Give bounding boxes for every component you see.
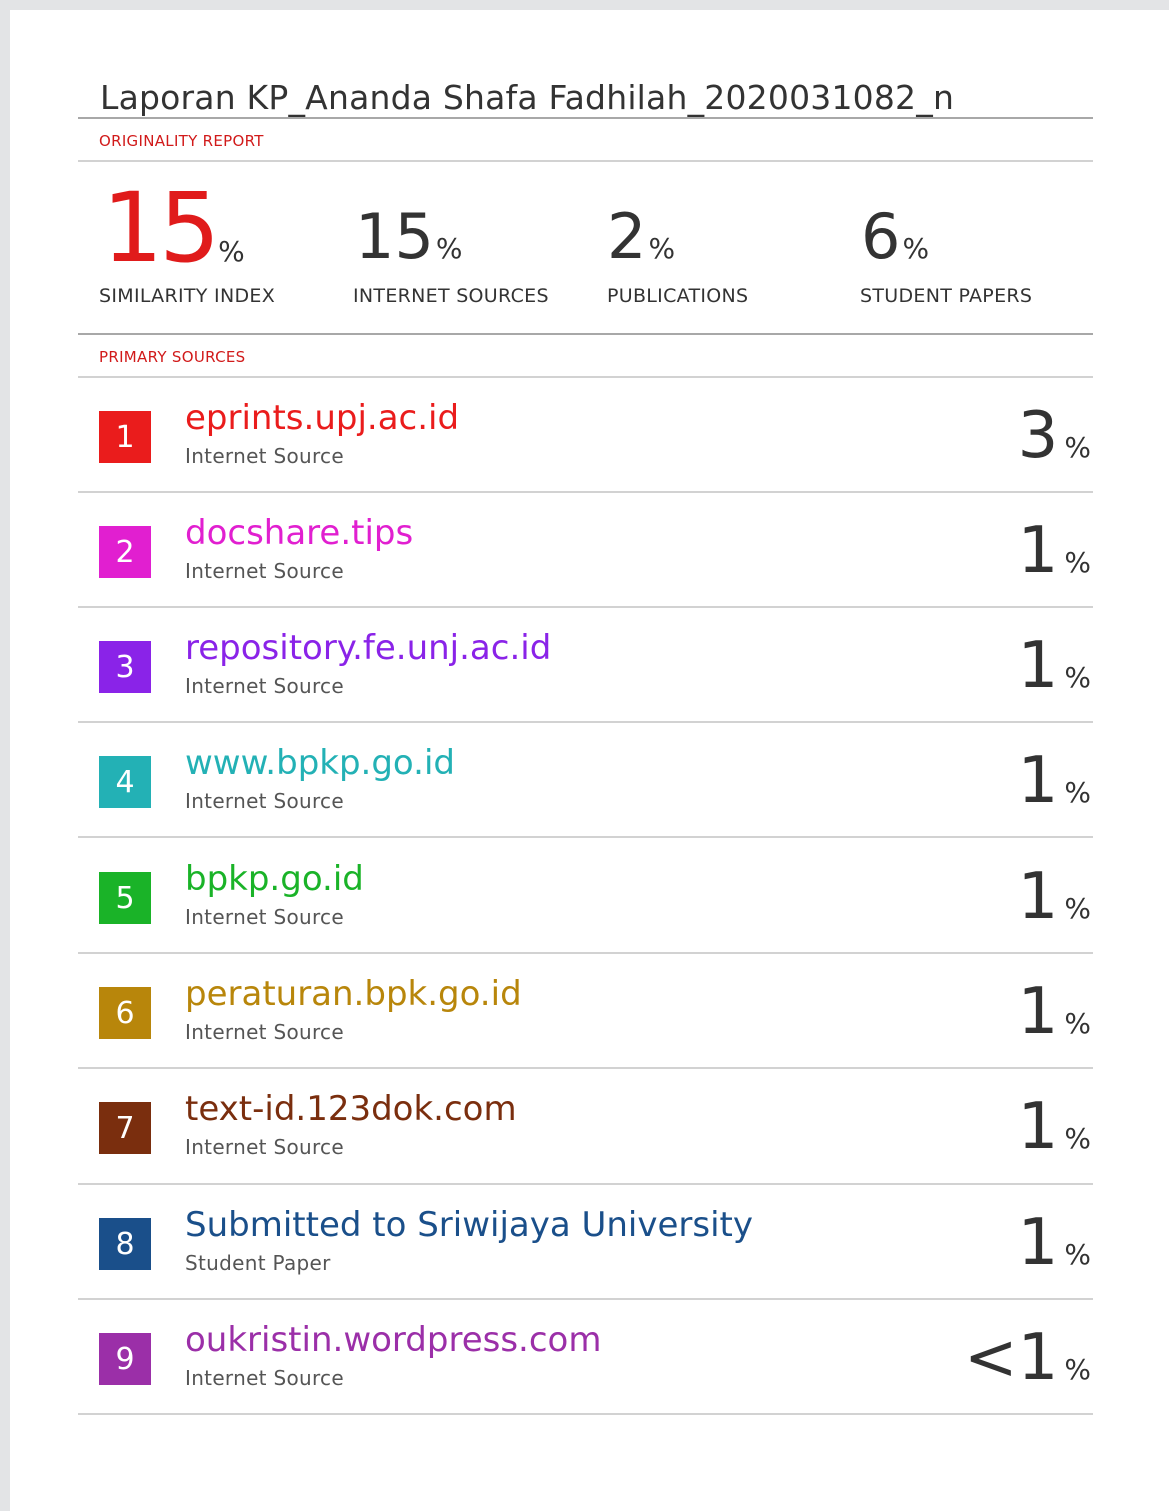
source-share-unit: % bbox=[1064, 661, 1091, 694]
source-share-value: 1 bbox=[1017, 514, 1059, 588]
source-rank-badge: 8 bbox=[99, 1218, 151, 1270]
source-type: Internet Source bbox=[185, 444, 344, 468]
internet-sources-label: INTERNET SOURCES bbox=[353, 285, 549, 307]
primary-sources-label: PRIMARY SOURCES bbox=[99, 348, 246, 366]
student-papers-stat: 6% bbox=[861, 206, 929, 268]
source-name-link[interactable]: Submitted to Sriwijaya University bbox=[185, 1205, 753, 1245]
source-name-link[interactable]: repository.fe.unj.ac.id bbox=[185, 628, 551, 668]
source-name-link[interactable]: www.bpkp.go.id bbox=[185, 743, 455, 783]
document-title: Laporan KP_Ananda Shafa Fadhilah_2020031… bbox=[100, 78, 955, 117]
source-rank-badge: 6 bbox=[99, 987, 151, 1039]
source-name-link[interactable]: eprints.upj.ac.id bbox=[185, 398, 459, 438]
similarity-index-stat: 15% bbox=[102, 180, 245, 276]
student-papers-label: STUDENT PAPERS bbox=[860, 285, 1033, 307]
student-papers-unit: % bbox=[902, 232, 930, 265]
source-share-unit: % bbox=[1064, 1238, 1091, 1271]
source-share: 1% bbox=[1018, 1211, 1091, 1275]
source-share-value: 3 bbox=[1017, 399, 1059, 473]
source-rank-badge: 1 bbox=[99, 411, 151, 463]
student-papers-value: 6 bbox=[861, 200, 901, 273]
source-share-value: 1 bbox=[1017, 860, 1059, 934]
source-share: 1% bbox=[1018, 519, 1091, 583]
source-name-link[interactable]: text-id.123dok.com bbox=[185, 1089, 517, 1129]
source-type: Internet Source bbox=[185, 559, 344, 583]
source-share: 1% bbox=[1018, 749, 1091, 813]
source-share-value: 1 bbox=[1017, 1090, 1059, 1164]
similarity-index-label: SIMILARITY INDEX bbox=[99, 285, 276, 307]
similarity-index-value: 15 bbox=[102, 172, 220, 284]
similarity-index-unit: % bbox=[218, 235, 245, 268]
source-row-2[interactable]: 2 docshare.tips Internet Source 1% bbox=[78, 493, 1093, 608]
source-share-unit: % bbox=[1064, 431, 1091, 464]
source-share: <1% bbox=[964, 1326, 1091, 1390]
source-row-3[interactable]: 3 repository.fe.unj.ac.id Internet Sourc… bbox=[78, 608, 1093, 723]
source-type: Internet Source bbox=[185, 789, 344, 813]
source-row-1[interactable]: 1 eprints.upj.ac.id Internet Source 3% bbox=[78, 378, 1093, 493]
source-name-link[interactable]: bpkp.go.id bbox=[185, 859, 364, 899]
source-share-unit: % bbox=[1064, 1007, 1091, 1040]
source-share-unit: % bbox=[1064, 1122, 1091, 1155]
source-rank-badge: 2 bbox=[99, 526, 151, 578]
source-share: 1% bbox=[1018, 865, 1091, 929]
source-share-value: 1 bbox=[1017, 975, 1059, 1049]
source-type: Student Paper bbox=[185, 1251, 331, 1275]
internet-sources-value: 15 bbox=[355, 200, 434, 273]
source-share: 1% bbox=[1018, 1095, 1091, 1159]
internet-sources-unit: % bbox=[435, 232, 463, 265]
source-share-value: 1 bbox=[1017, 629, 1059, 703]
source-row-6[interactable]: 6 peraturan.bpk.go.id Internet Source 1% bbox=[78, 954, 1093, 1069]
source-name-link[interactable]: docshare.tips bbox=[185, 513, 413, 553]
source-share-value: 1 bbox=[1017, 1206, 1059, 1280]
source-share: 3% bbox=[1018, 404, 1091, 468]
source-rank-badge: 9 bbox=[99, 1333, 151, 1385]
publications-value: 2 bbox=[607, 200, 647, 273]
source-name-link[interactable]: oukristin.wordpress.com bbox=[185, 1320, 601, 1360]
source-row-9[interactable]: 9 oukristin.wordpress.com Internet Sourc… bbox=[78, 1300, 1093, 1415]
publications-stat: 2% bbox=[607, 206, 675, 268]
title-divider bbox=[78, 117, 1093, 119]
report-page: Laporan KP_Ananda Shafa Fadhilah_2020031… bbox=[10, 10, 1169, 1511]
source-type: Internet Source bbox=[185, 905, 344, 929]
publications-unit: % bbox=[648, 232, 676, 265]
source-rank-badge: 5 bbox=[99, 872, 151, 924]
source-type: Internet Source bbox=[185, 1020, 344, 1044]
source-row-4[interactable]: 4 www.bpkp.go.id Internet Source 1% bbox=[78, 723, 1093, 838]
source-share-unit: % bbox=[1064, 776, 1091, 809]
source-row-7[interactable]: 7 text-id.123dok.com Internet Source 1% bbox=[78, 1069, 1093, 1184]
source-share: 1% bbox=[1018, 634, 1091, 698]
publications-label: PUBLICATIONS bbox=[607, 285, 749, 307]
source-row-5[interactable]: 5 bpkp.go.id Internet Source 1% bbox=[78, 838, 1093, 953]
source-share-value: <1 bbox=[964, 1321, 1059, 1395]
originality-divider bbox=[78, 160, 1093, 162]
source-type: Internet Source bbox=[185, 674, 344, 698]
source-rank-badge: 4 bbox=[99, 756, 151, 808]
originality-report-label: ORIGINALITY REPORT bbox=[99, 132, 264, 150]
source-share-unit: % bbox=[1064, 1353, 1091, 1386]
source-rank-badge: 7 bbox=[99, 1102, 151, 1154]
stats-divider bbox=[78, 333, 1093, 335]
source-row-8[interactable]: 8 Submitted to Sriwijaya University Stud… bbox=[78, 1185, 1093, 1300]
source-type: Internet Source bbox=[185, 1135, 344, 1159]
source-share-unit: % bbox=[1064, 892, 1091, 925]
source-share: 1% bbox=[1018, 980, 1091, 1044]
row-divider bbox=[78, 1413, 1093, 1415]
source-type: Internet Source bbox=[185, 1366, 344, 1390]
source-share-unit: % bbox=[1064, 546, 1091, 579]
source-share-value: 1 bbox=[1017, 744, 1059, 818]
source-name-link[interactable]: peraturan.bpk.go.id bbox=[185, 974, 522, 1014]
source-rank-badge: 3 bbox=[99, 641, 151, 693]
internet-sources-stat: 15% bbox=[355, 206, 463, 268]
